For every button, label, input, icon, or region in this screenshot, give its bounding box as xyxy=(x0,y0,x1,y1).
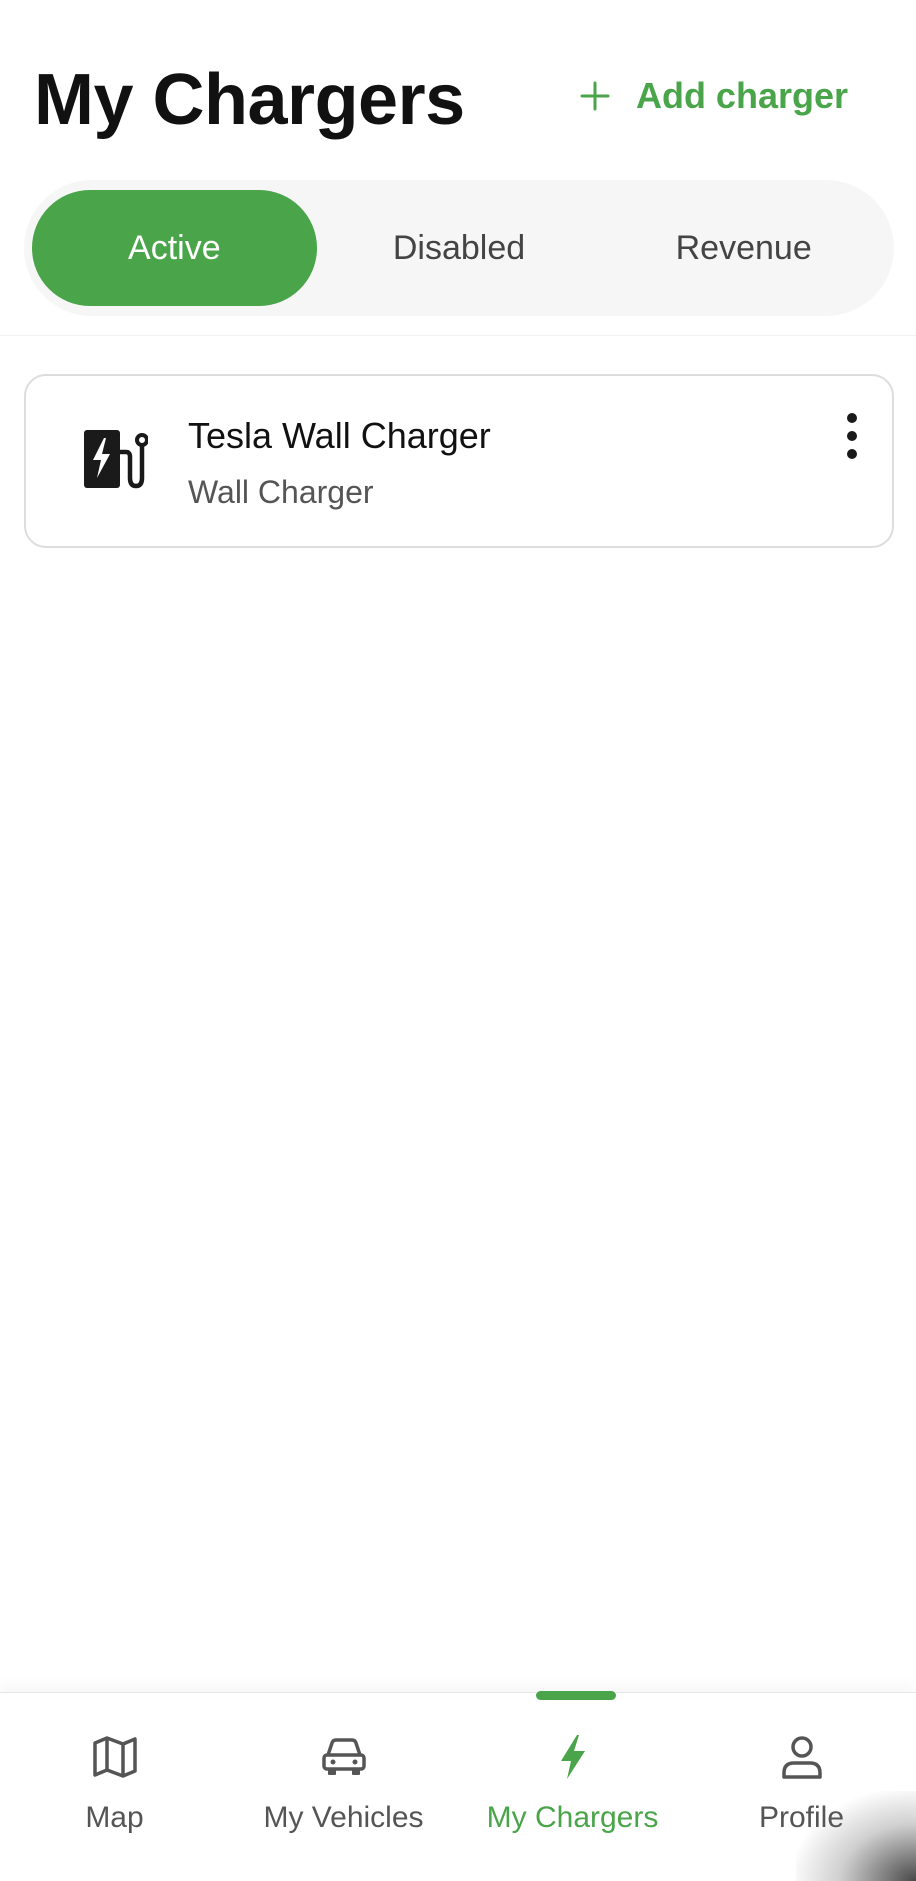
nav-label-map: Map xyxy=(85,1801,144,1834)
tab-disabled[interactable]: Disabled xyxy=(317,190,602,306)
ev-charger-icon xyxy=(84,430,148,489)
nav-label-my-chargers: My Chargers xyxy=(486,1801,659,1834)
nav-label-profile: Profile xyxy=(758,1801,845,1834)
app-screen: My Chargers Add charger Active Disabled … xyxy=(0,0,916,1881)
add-charger-button[interactable]: Add charger xyxy=(580,72,848,120)
bottom-navigation: Map My Vehicles My Chargers Profile xyxy=(0,1691,916,1881)
nav-item-my-vehicles[interactable]: My Vehicles xyxy=(229,1733,458,1853)
more-options-icon[interactable] xyxy=(842,412,862,460)
person-icon xyxy=(781,1736,822,1779)
add-charger-label: Add charger xyxy=(635,75,848,116)
status-tabs: Active Disabled Revenue xyxy=(24,180,894,316)
page-title: My Chargers xyxy=(34,60,465,140)
car-icon xyxy=(321,1738,366,1775)
nav-item-map[interactable]: Map xyxy=(0,1733,229,1853)
active-nav-indicator xyxy=(536,1691,616,1700)
header: My Chargers Add charger Active Disabled … xyxy=(0,0,916,336)
nav-item-my-chargers[interactable]: My Chargers xyxy=(458,1733,687,1853)
tab-active[interactable]: Active xyxy=(32,190,317,306)
charger-card[interactable]: Tesla Wall Charger Wall Charger xyxy=(24,374,894,548)
nav-label-my-vehicles: My Vehicles xyxy=(263,1801,424,1834)
map-icon xyxy=(92,1736,137,1778)
plus-icon xyxy=(580,81,610,111)
charger-type: Wall Charger xyxy=(188,474,374,510)
charger-name: Tesla Wall Charger xyxy=(188,415,491,456)
tab-revenue[interactable]: Revenue xyxy=(601,190,886,306)
bolt-icon xyxy=(560,1735,585,1779)
nav-item-profile[interactable]: Profile xyxy=(687,1733,916,1853)
